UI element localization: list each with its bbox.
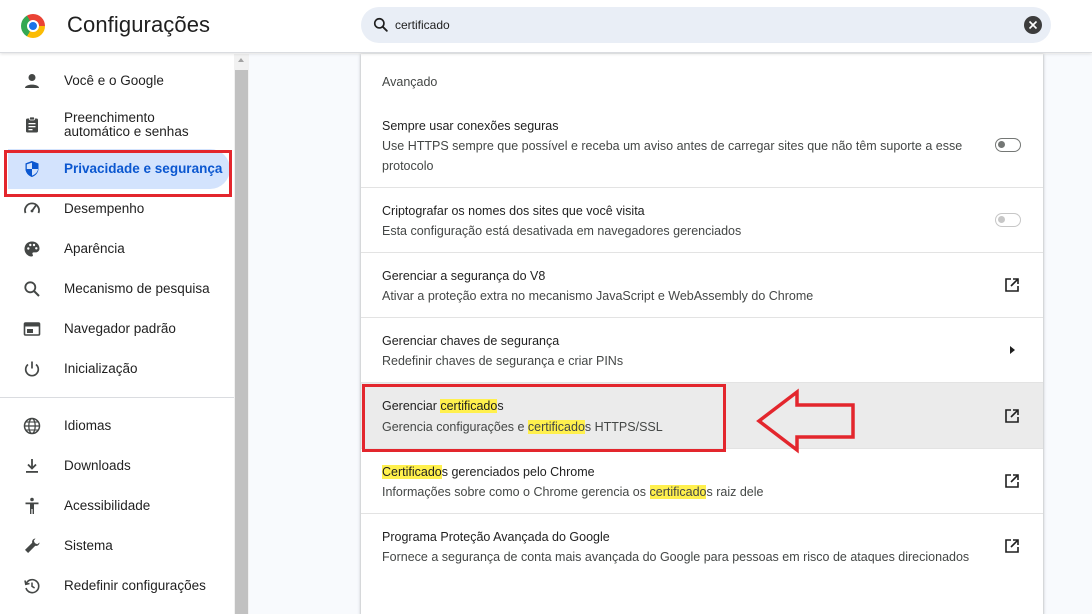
setting-title: Programa Proteção Avançada do Google <box>382 530 610 544</box>
accessibility-icon <box>25 497 39 514</box>
globe-icon <box>23 417 41 435</box>
sidebar-item-mecanismo-de-pesquisa[interactable]: Mecanismo de pesquisa <box>8 269 230 309</box>
search-highlight: certificado <box>649 485 707 499</box>
external-link-icon[interactable] <box>1003 472 1021 490</box>
sidebar-item-aparencia[interactable]: Aparência <box>8 229 230 269</box>
https-toggle[interactable] <box>995 138 1021 152</box>
sidebar-item-label: Redefinir configurações <box>64 578 206 593</box>
sidebar-item-acessibilidade[interactable]: Acessibilidade <box>8 486 230 526</box>
page-title: Configurações <box>67 12 211 37</box>
setting-description: Use HTTPS sempre que possível e receba u… <box>382 139 963 153</box>
wrench-icon <box>25 538 40 553</box>
sidebar-divider <box>0 397 234 398</box>
sidebar-scrollbar[interactable] <box>234 54 249 614</box>
top-bar: Configurações <box>0 0 1092 53</box>
sidebar-item-label: Desempenho <box>64 201 145 216</box>
text-segment: s raiz dele <box>706 485 764 499</box>
setting-row-encrypt-names: Criptografar os nomes dos sites que você… <box>361 187 1043 252</box>
sidebar-item-sistema[interactable]: Sistema <box>8 526 230 566</box>
speedometer-icon <box>24 202 40 214</box>
external-link-icon[interactable] <box>1003 537 1021 555</box>
main-content: Avançado Sempre usar conexões seguras Us… <box>249 54 1092 614</box>
text-segment: s gerenciados pelo Chrome <box>441 465 595 479</box>
text-segment: Informações sobre como o Chrome gerencia… <box>382 485 650 499</box>
sidebar-item-label: Downloads <box>64 458 131 473</box>
browser-window-icon <box>23 322 41 336</box>
setting-row-chrome-certificates[interactable]: Certificados gerenciados pelo Chrome Inf… <box>361 448 1043 513</box>
advanced-section-card: Avançado Sempre usar conexões seguras Us… <box>361 54 1043 614</box>
sidebar-item-label: Inicialização <box>64 361 138 376</box>
setting-row-advanced-protection[interactable]: Programa Proteção Avançada do Google For… <box>361 513 1043 578</box>
search-icon <box>24 281 40 297</box>
palette-icon <box>24 241 40 257</box>
sidebar-annotation-box <box>4 150 232 197</box>
setting-description: Ativar a proteção extra no mecanismo Jav… <box>382 289 814 303</box>
person-icon <box>25 74 39 88</box>
sidebar-item-label: Idiomas <box>64 418 112 433</box>
encrypt-names-toggle <box>995 213 1021 227</box>
sidebar: Você e o Google Preenchimento automático… <box>0 54 234 614</box>
setting-title: Certificados gerenciados pelo Chrome <box>382 462 595 482</box>
clear-search-button[interactable] <box>1024 16 1042 34</box>
setting-title: Criptografar os nomes dos sites que você… <box>382 204 645 218</box>
setting-description: protocolo <box>382 159 434 173</box>
annotation-arrow-icon <box>756 388 855 454</box>
sidebar-item-label: Mecanismo de pesquisa <box>64 281 210 296</box>
setting-description: Redefinir chaves de segurança e criar PI… <box>382 354 624 368</box>
sidebar-item-idiomas[interactable]: Idiomas <box>8 406 230 446</box>
certificates-annotation-box <box>362 384 726 452</box>
sidebar-item-voce-e-o-google[interactable]: Você e o Google <box>8 61 230 101</box>
restore-icon <box>24 578 40 594</box>
setting-row-security-keys[interactable]: Gerenciar chaves de segurança Redefinir … <box>361 317 1043 382</box>
search-icon <box>373 17 388 32</box>
close-icon <box>1028 20 1038 30</box>
sidebar-item-label: Aparência <box>64 241 125 256</box>
clipboard-icon <box>26 116 38 133</box>
sidebar-item-label: Sistema <box>64 538 113 553</box>
setting-title: Sempre usar conexões seguras <box>382 119 559 133</box>
settings-window: Configurações Você e o Google Preenchime… <box>0 0 1092 614</box>
power-icon <box>24 361 40 377</box>
chrome-logo-icon <box>21 14 45 38</box>
download-icon <box>26 459 38 473</box>
sidebar-item-navegador-padrao[interactable]: Navegador padrão <box>8 309 230 349</box>
search-input[interactable] <box>395 16 995 34</box>
external-link-icon[interactable] <box>1003 276 1021 294</box>
sidebar-item-label: Você e o Google <box>64 73 164 88</box>
sidebar-item-redefinir[interactable]: Redefinir configurações <box>8 566 230 606</box>
setting-row-https[interactable]: Sempre usar conexões seguras Use HTTPS s… <box>361 106 1043 187</box>
setting-description: Esta configuração está desativada em nav… <box>382 224 742 238</box>
setting-title: Gerenciar a segurança do V8 <box>382 269 546 283</box>
sidebar-item-downloads[interactable]: Downloads <box>8 446 230 486</box>
search-highlight: Certificado <box>382 465 442 479</box>
scroll-up-arrow-icon[interactable] <box>238 58 244 62</box>
section-title: Avançado <box>382 75 438 89</box>
chevron-right-icon[interactable] <box>1010 346 1015 354</box>
search-box[interactable] <box>361 7 1051 43</box>
setting-title: Gerenciar chaves de segurança <box>382 334 560 348</box>
sidebar-item-preenchimento[interactable]: Preenchimento automático e senhas <box>8 104 230 146</box>
setting-row-v8-security[interactable]: Gerenciar a segurança do V8 Ativar a pro… <box>361 252 1043 317</box>
setting-description: Informações sobre como o Chrome gerencia… <box>382 482 982 502</box>
sidebar-item-inicializacao[interactable]: Inicialização <box>8 349 230 389</box>
setting-description: Fornece a segurança de conta mais avança… <box>382 550 970 564</box>
sidebar-item-label: Navegador padrão <box>64 321 176 336</box>
scrollbar-thumb[interactable] <box>235 70 248 614</box>
external-link-icon[interactable] <box>1003 407 1021 425</box>
sidebar-item-label: Preenchimento automático e senhas <box>64 110 189 139</box>
sidebar-item-label: Acessibilidade <box>64 498 151 513</box>
